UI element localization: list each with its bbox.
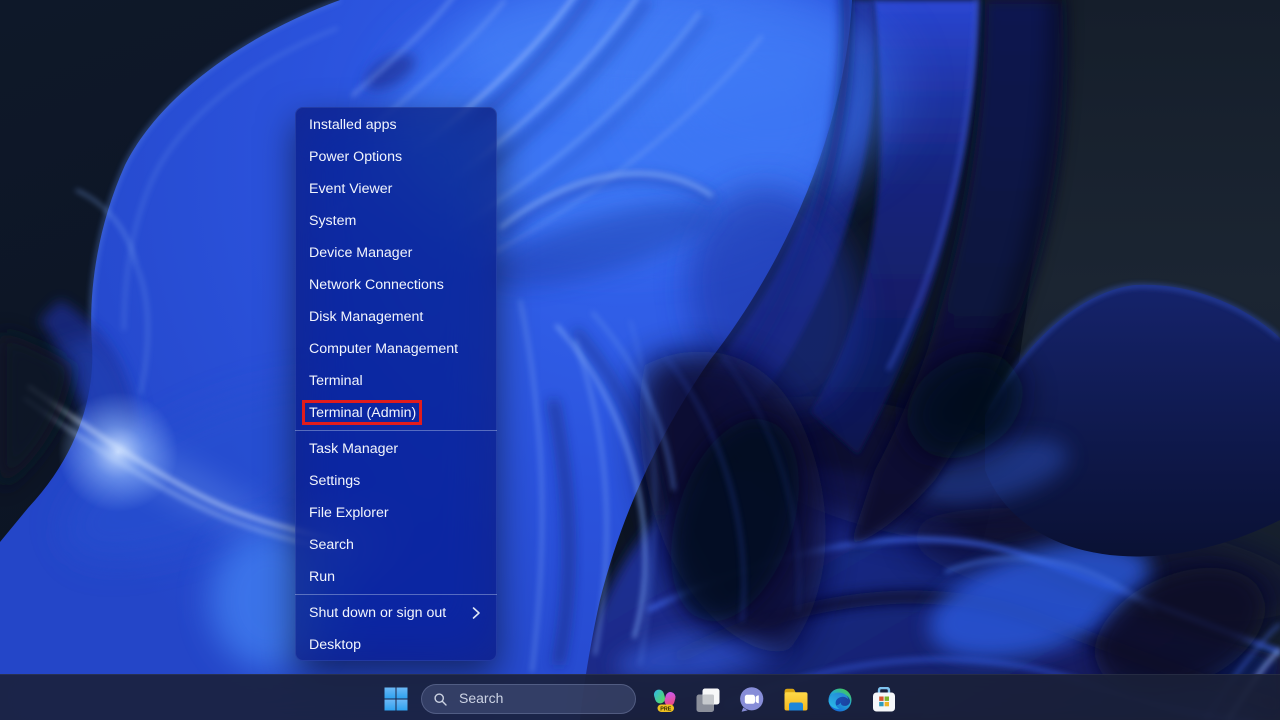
svg-text:PRE: PRE: [660, 706, 671, 712]
